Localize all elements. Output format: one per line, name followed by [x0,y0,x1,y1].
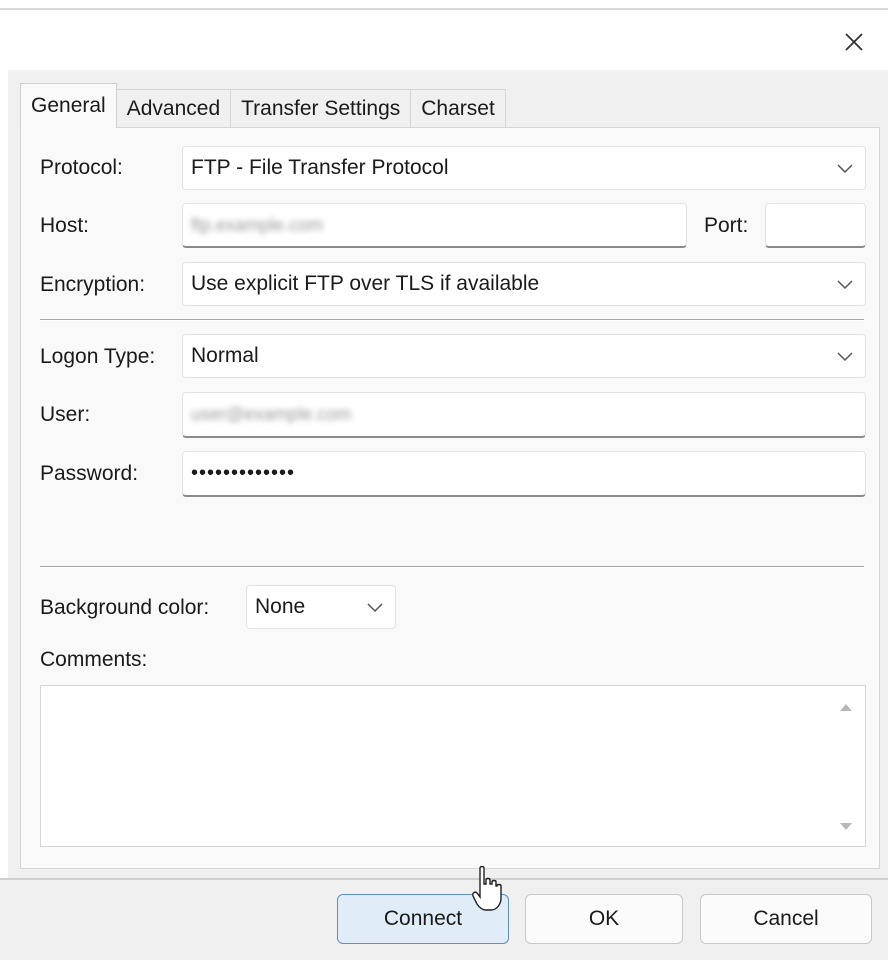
chevron-down-icon [837,164,853,174]
logon-type-value: Normal [191,344,259,367]
tab-advanced[interactable]: Advanced [115,89,232,128]
tab-general[interactable]: General [20,83,117,128]
ok-button[interactable]: OK [525,894,683,944]
tab-label: General [31,94,106,117]
background-color-select[interactable]: None [246,585,396,629]
logon-type-label: Logon Type: [40,345,156,368]
section-divider [40,319,864,320]
password-input[interactable]: ••••••••••••• [182,451,866,497]
comments-textarea[interactable] [40,685,866,847]
encryption-label: Encryption: [40,273,146,296]
protocol-value: FTP - File Transfer Protocol [191,156,449,179]
background-color-label: Background color: [40,596,210,619]
port-label: Port: [704,214,749,237]
host-label: Host: [40,214,90,237]
tab-charset[interactable]: Charset [410,89,506,128]
scroll-down-arrow-icon[interactable] [839,822,853,832]
user-value: user@example.com [191,404,352,424]
port-input[interactable] [765,203,866,248]
tab-label: Charset [421,97,495,120]
chevron-down-icon [367,603,383,613]
comments-label: Comments: [40,648,148,671]
host-value: ftp.example.com [191,214,324,235]
background-color-value: None [255,595,306,618]
logon-type-select[interactable]: Normal [182,334,866,378]
password-value: ••••••••••••• [191,462,296,484]
protocol-label: Protocol: [40,156,123,179]
chevron-down-icon [837,280,853,290]
encryption-select[interactable]: Use explicit FTP over TLS if available [182,262,866,306]
protocol-select[interactable]: FTP - File Transfer Protocol [182,146,866,190]
tab-label: Advanced [126,97,221,120]
user-label: User: [40,403,91,426]
close-icon [845,33,863,51]
connect-button[interactable]: Connect [337,894,509,944]
user-input[interactable]: user@example.com [182,392,866,438]
scroll-up-arrow-icon[interactable] [839,702,853,712]
password-label: Password: [40,462,139,485]
section-divider [40,566,864,567]
title-bar-divider [0,8,888,10]
cancel-button[interactable]: Cancel [700,894,872,944]
site-connection-dialog: General Advanced Transfer Settings Chars… [0,0,888,960]
encryption-value: Use explicit FTP over TLS if available [191,272,540,295]
host-input[interactable]: ftp.example.com [182,203,687,248]
tab-bar: General Advanced Transfer Settings Chars… [20,83,506,128]
tab-label: Transfer Settings [241,97,401,120]
chevron-down-icon [837,352,853,362]
tab-transfer-settings[interactable]: Transfer Settings [230,89,412,128]
close-button[interactable] [834,22,874,62]
